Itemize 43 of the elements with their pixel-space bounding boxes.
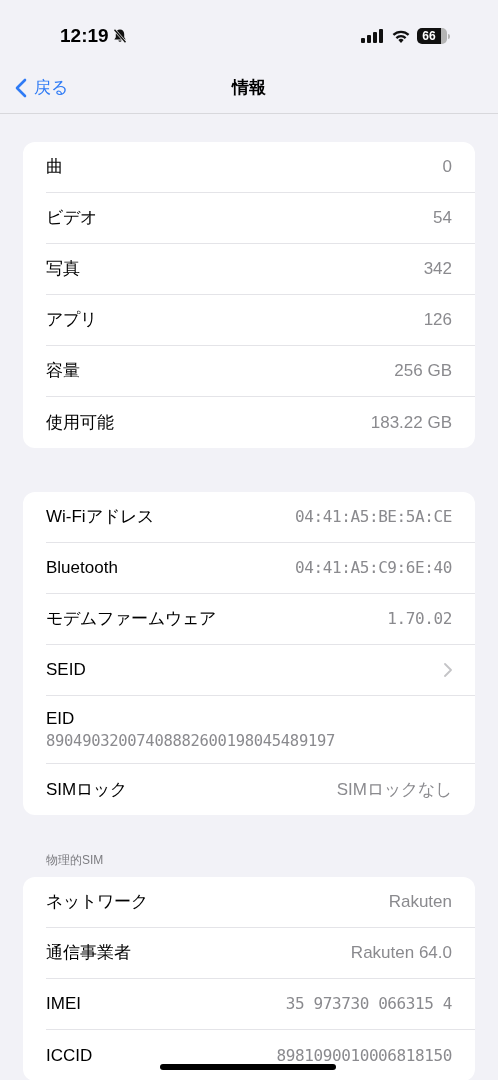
status-time: 12:19 bbox=[60, 23, 109, 48]
row-value: 04:41:A5:BE:5A:CE bbox=[295, 506, 452, 528]
list-item[interactable]: SEID bbox=[46, 645, 475, 696]
row-label: ICCID bbox=[46, 1044, 93, 1067]
back-button[interactable]: 戻る bbox=[0, 74, 68, 101]
row-label: アプリ bbox=[46, 309, 97, 332]
row-value: 126 bbox=[423, 309, 452, 332]
row-label: Wi-Fiアドレス bbox=[46, 506, 154, 529]
row-value: 8981090010006818150 bbox=[276, 1044, 452, 1067]
bell-slash-icon bbox=[111, 28, 128, 44]
row-label: EID bbox=[46, 707, 76, 730]
row-label: SEID bbox=[46, 659, 86, 682]
row-value: Rakuten 64.0 bbox=[350, 942, 452, 965]
row-value: 35 973730 066315 4 bbox=[285, 993, 452, 1015]
row-label: 曲 bbox=[46, 156, 63, 179]
battery-empty bbox=[441, 28, 447, 44]
row-label: 通信事業者 bbox=[46, 942, 131, 965]
row-value: 183.22 GB bbox=[370, 411, 452, 434]
wifi-icon bbox=[391, 28, 411, 44]
chevron-right-icon bbox=[444, 663, 452, 677]
section-header: 物理的SIM bbox=[45, 852, 105, 869]
battery-level: 66 bbox=[417, 28, 441, 44]
row-label: SIMロック bbox=[46, 778, 128, 801]
row-value: 54 bbox=[433, 207, 452, 230]
row-value: 04:41:A5:C9:6E:40 bbox=[295, 557, 452, 579]
signal-icon bbox=[361, 29, 385, 43]
nav-title: 情報 bbox=[232, 76, 266, 99]
row-value: 256 GB bbox=[394, 360, 452, 383]
row-value: Rakuten bbox=[388, 891, 452, 914]
row-value: 0 bbox=[442, 156, 452, 179]
row-value: 1.70.02 bbox=[387, 608, 452, 630]
row-label: Bluetooth bbox=[46, 557, 118, 580]
row-label: ネットワーク bbox=[46, 891, 148, 914]
row-label: ビデオ bbox=[46, 207, 97, 230]
chevron-left-icon bbox=[15, 77, 27, 98]
row-value: SIMロックなし bbox=[336, 778, 452, 801]
row-value: 89049032007408882600198045489197 bbox=[46, 730, 337, 752]
row-label: IMEI bbox=[46, 993, 81, 1016]
row-value: 342 bbox=[423, 258, 452, 281]
row-label: 使用可能 bbox=[46, 411, 114, 434]
row-label: 写真 bbox=[46, 258, 80, 281]
row-label: 容量 bbox=[46, 360, 80, 383]
row-label: モデムファームウェア bbox=[46, 608, 216, 631]
